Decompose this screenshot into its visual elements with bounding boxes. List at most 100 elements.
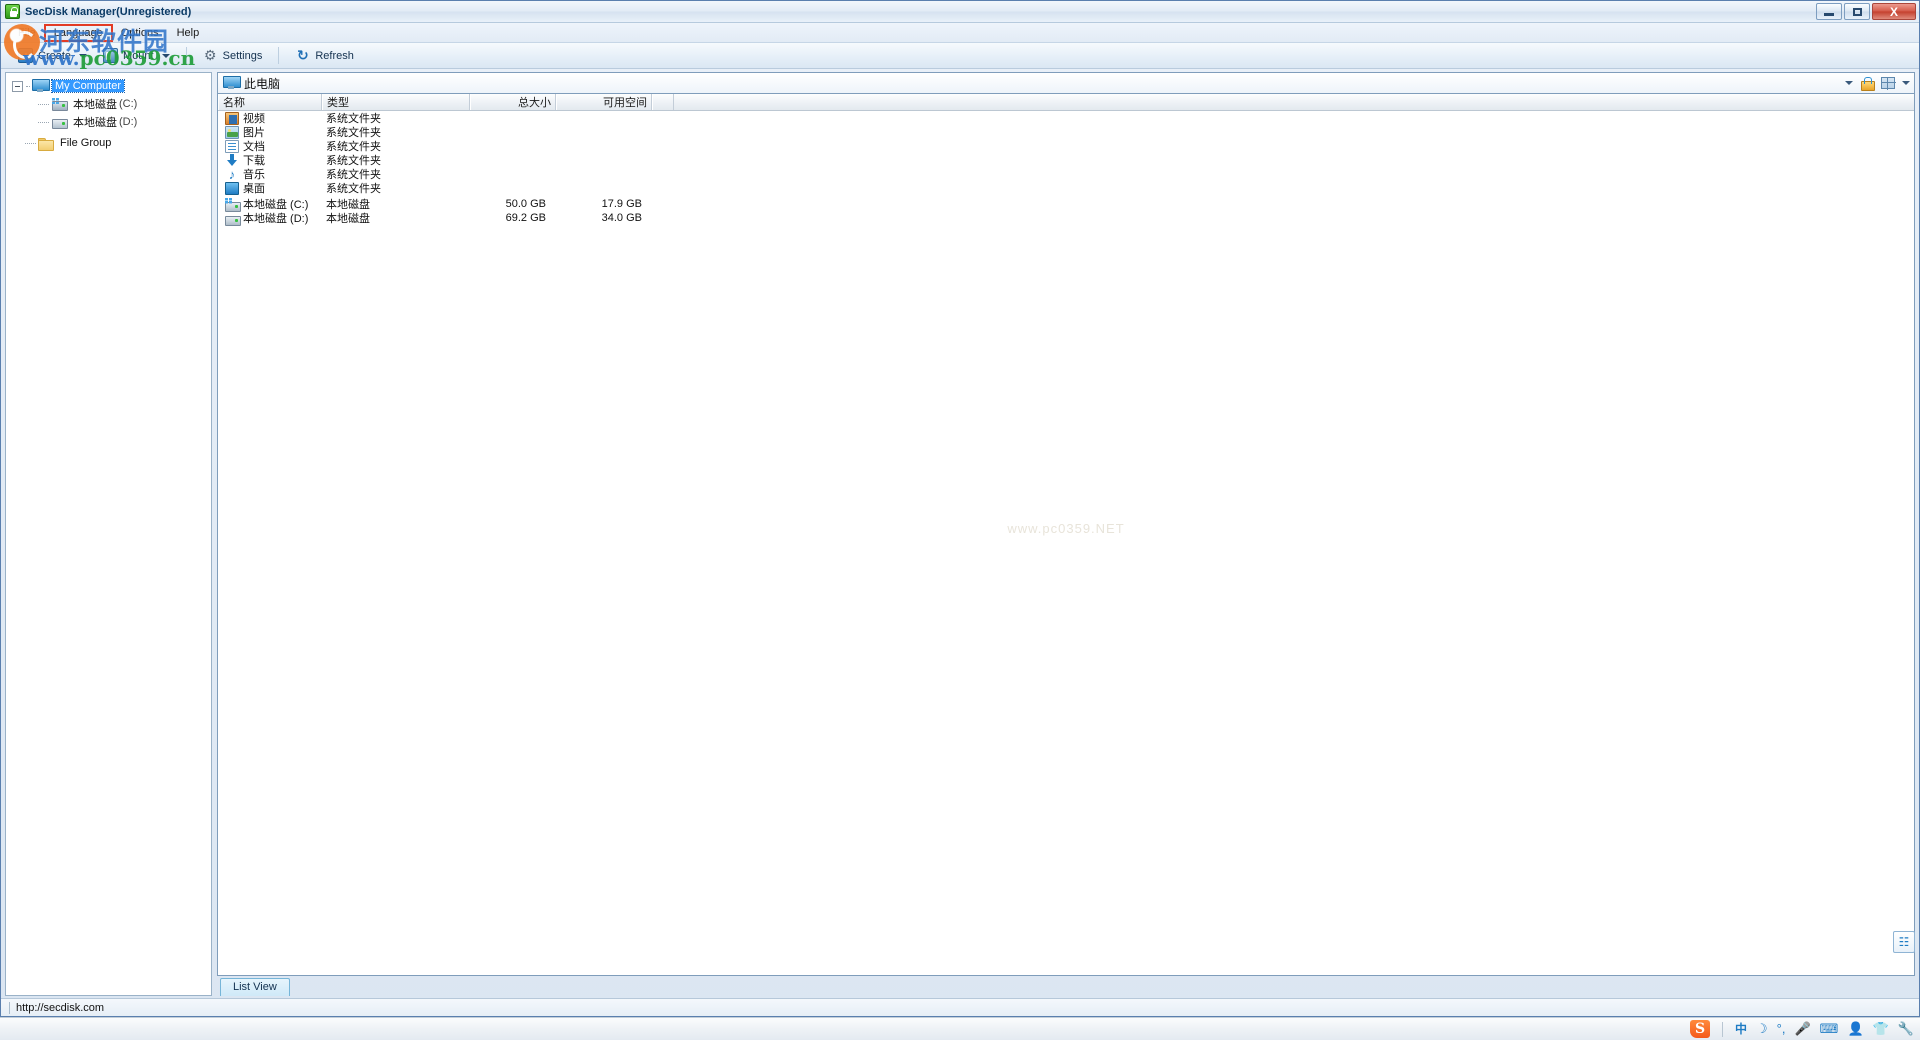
menu-item-language[interactable]: Language — [43, 23, 113, 42]
chevron-down-icon[interactable] — [161, 53, 170, 58]
file-type: 本地磁盘 — [326, 213, 370, 225]
video-folder-icon — [225, 111, 239, 125]
downloads-folder-icon — [225, 153, 239, 167]
file-browser-panel: 此电脑 名称 类型 总大小 可用空间 视频 系统文件夹 图片 系统文件夹 文档 … — [217, 72, 1915, 996]
file-name: 本地磁盘 (D:) — [243, 213, 309, 225]
menu-item-help[interactable]: Help — [168, 25, 209, 41]
column-header-extra[interactable] — [652, 94, 674, 110]
tree-item-drive-letter: (C:) — [119, 98, 138, 110]
column-header-total-size[interactable]: 总大小 — [470, 94, 556, 110]
moon-icon[interactable]: ☽ — [1756, 1022, 1768, 1036]
sogou-ime-logo-icon[interactable]: S — [1690, 1020, 1710, 1038]
main-content: My Computer 本地磁盘 (C:) 本地磁盘 (D:) File Gro… — [1, 69, 1919, 998]
microphone-icon[interactable]: 🎤 — [1794, 1022, 1810, 1036]
mount-button-label: Mount — [123, 49, 154, 62]
create-button[interactable]: Create — [11, 46, 94, 65]
hard-disk-icon — [225, 212, 241, 226]
file-list-header: 名称 类型 总大小 可用空间 — [218, 94, 1914, 111]
tree-item-my-computer[interactable]: My Computer — [6, 77, 211, 95]
toolbar: Create Mount ⚙ Settings ↻ Refresh — [1, 43, 1919, 69]
table-row[interactable]: 文档 系统文件夹 — [218, 139, 1914, 153]
tree-item-label: 本地磁盘 — [73, 117, 117, 129]
column-header-free-space[interactable]: 可用空间 — [556, 94, 652, 110]
settings-button-label: Settings — [222, 49, 263, 62]
file-list-rows: 视频 系统文件夹 图片 系统文件夹 文档 系统文件夹 下载 系统文件夹 ♪ 音乐… — [218, 111, 1914, 975]
system-tray: S 中 ☽ °, 🎤 ⌨ 👤 👕 🔧 — [1690, 1020, 1914, 1038]
new-disk-icon — [18, 48, 33, 63]
chevron-down-icon[interactable] — [1845, 81, 1853, 85]
file-type: 系统文件夹 — [326, 183, 381, 195]
tree-item-label: File Group — [60, 137, 112, 149]
toolbar-separator — [278, 47, 280, 64]
table-row[interactable]: 本地磁盘 (C:) 本地磁盘 50.0 GB 17.9 GB — [218, 197, 1914, 212]
status-divider — [9, 1001, 10, 1014]
mount-disk-icon — [103, 48, 119, 63]
hard-disk-icon — [225, 197, 241, 212]
column-header-type[interactable]: 类型 — [322, 94, 470, 110]
application-window: SecDisk Manager(Unregistered) X File Lan… — [0, 0, 1920, 1017]
mount-button[interactable]: Mount — [96, 46, 177, 65]
windows-drive-icon — [51, 98, 68, 111]
background-watermark-text: www.pc0359.NET — [1007, 521, 1125, 536]
floating-widget-icon[interactable]: ☷ — [1893, 931, 1915, 953]
minimize-icon — [1824, 13, 1834, 16]
file-name: 桌面 — [243, 183, 265, 195]
table-row[interactable]: 桌面 系统文件夹 — [218, 181, 1914, 195]
table-row[interactable]: 视频 系统文件夹 — [218, 111, 1914, 125]
menu-item-options[interactable]: Options — [112, 25, 168, 41]
music-folder-icon: ♪ — [228, 166, 236, 182]
tree-connector — [38, 121, 49, 123]
tab-list-view[interactable]: List View — [220, 978, 290, 996]
close-button[interactable]: X — [1872, 3, 1916, 20]
pictures-folder-icon — [225, 125, 239, 139]
menu-bar: File Language Options Help — [1, 23, 1919, 43]
table-row[interactable]: 图片 系统文件夹 — [218, 125, 1914, 139]
toolbar-separator — [185, 47, 187, 64]
status-url[interactable]: http://secdisk.com — [16, 1002, 104, 1014]
chevron-down-icon[interactable] — [1902, 81, 1910, 85]
keyboard-icon[interactable]: ⌨ — [1820, 1022, 1839, 1036]
settings-button[interactable]: ⚙ Settings — [196, 46, 270, 65]
column-header-name[interactable]: 名称 — [218, 94, 322, 110]
title-bar: SecDisk Manager(Unregistered) X — [1, 1, 1919, 23]
minimize-button[interactable] — [1816, 3, 1842, 20]
tray-divider — [1722, 1021, 1723, 1037]
tools-icon[interactable]: 🔧 — [1898, 1022, 1914, 1036]
tree-item-file-group[interactable]: File Group — [6, 134, 211, 152]
folder-icon — [38, 137, 54, 151]
punctuation-icon[interactable]: °, — [1777, 1022, 1786, 1036]
lock-folder-icon[interactable] — [1860, 76, 1875, 91]
maximize-icon — [1852, 7, 1862, 16]
file-size: 50.0 GB — [505, 198, 546, 210]
file-list[interactable]: 名称 类型 总大小 可用空间 视频 系统文件夹 图片 系统文件夹 文档 系统文件… — [217, 94, 1915, 976]
file-size: 69.2 GB — [505, 212, 546, 224]
skin-icon[interactable]: 👕 — [1873, 1022, 1889, 1036]
table-row[interactable]: 下载 系统文件夹 — [218, 153, 1914, 167]
tree-item-local-disk-c[interactable]: 本地磁盘 (C:) — [6, 95, 211, 113]
window-title: SecDisk Manager(Unregistered) — [25, 5, 192, 18]
address-path: 此电脑 — [244, 76, 281, 91]
computer-icon — [32, 79, 50, 93]
menu-item-file[interactable]: File — [9, 25, 45, 41]
tree-item-label: 本地磁盘 — [73, 99, 117, 111]
collapse-icon[interactable] — [12, 80, 23, 92]
address-bar[interactable]: 此电脑 — [217, 72, 1915, 94]
tree-item-local-disk-d[interactable]: 本地磁盘 (D:) — [6, 113, 211, 131]
refresh-icon: ↻ — [296, 47, 309, 63]
view-grid-icon[interactable] — [1881, 77, 1896, 90]
user-icon[interactable]: 👤 — [1847, 1022, 1863, 1036]
navigation-tree-panel[interactable]: My Computer 本地磁盘 (C:) 本地磁盘 (D:) File Gro… — [5, 72, 212, 996]
refresh-button[interactable]: ↻ Refresh — [288, 46, 361, 65]
taskbar: S 中 ☽ °, 🎤 ⌨ 👤 👕 🔧 — [0, 1017, 1920, 1040]
maximize-button[interactable] — [1844, 3, 1870, 20]
gear-icon: ⚙ — [203, 47, 217, 63]
desktop-folder-icon — [225, 181, 239, 195]
ime-mode-chinese-icon[interactable]: 中 — [1735, 1022, 1747, 1036]
chevron-down-icon[interactable] — [79, 53, 88, 58]
file-free-space: 34.0 GB — [601, 212, 642, 224]
create-button-label: Create — [38, 49, 72, 62]
view-tabs: List View — [217, 977, 1915, 996]
table-row[interactable]: ♪ 音乐 系统文件夹 — [218, 166, 1914, 182]
table-row[interactable]: 本地磁盘 (D:) 本地磁盘 69.2 GB 34.0 GB — [218, 211, 1914, 226]
address-bar-actions — [1845, 73, 1910, 93]
